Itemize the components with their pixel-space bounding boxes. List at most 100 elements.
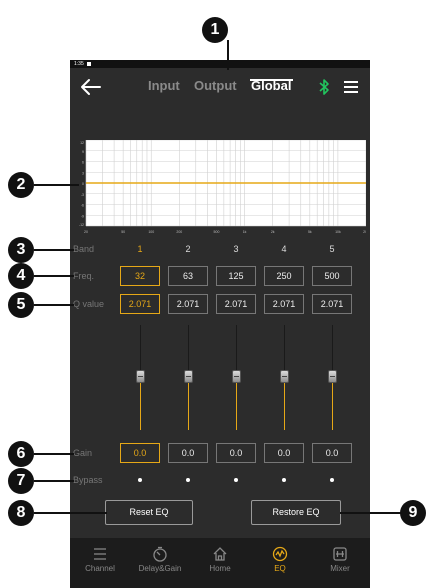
q-value-input[interactable]: 2.071 [216,294,256,314]
y-tick-label: -9 [81,214,84,218]
x-tick-label: 20 [84,230,88,234]
x-tick-label: 5k [308,230,312,234]
gain-slider-thumb[interactable] [184,370,193,383]
nav-label: Mixer [330,564,350,573]
bypass-row-label: Bypass [73,475,103,485]
gain-slider-thumb[interactable] [232,370,241,383]
band-row-label: Band [73,244,95,254]
freq-input[interactable]: 250 [264,266,304,286]
x-tick-label: 50 [121,230,125,234]
callout-badge: 3 [8,237,34,263]
bypass-toggle[interactable] [330,478,334,482]
q-value-input[interactable]: 2.071 [120,294,160,314]
x-tick-label: 500 [214,230,220,234]
callout-leader [227,40,229,70]
gain-slider-thumb[interactable] [328,370,337,383]
x-tick-label: 20k [363,230,366,234]
callout-leader [340,512,402,514]
gain-slider-thumb[interactable] [280,370,289,383]
y-tick-label: 3 [82,171,84,175]
gain-slider-track [284,325,285,375]
callout-badge: 6 [8,441,34,467]
gain-input[interactable]: 0.0 [120,443,160,463]
tab-output[interactable]: Output [194,78,237,93]
callout-badge: 8 [8,500,34,526]
q-value-input[interactable]: 2.071 [264,294,304,314]
gain-slider-fill [332,375,333,430]
callout-leader [34,512,107,514]
band-number[interactable]: 1 [120,244,160,254]
notification-icon [86,61,91,66]
restore-eq-button[interactable]: Restore EQ [251,500,341,525]
back-arrow-icon[interactable] [80,78,102,96]
band-number[interactable]: 4 [264,244,304,254]
app-screen: 1:35 Input Output Global 12 9 6 3 0 -3 -6 -9 -12… [70,60,370,588]
x-tick-label: 200 [176,230,182,234]
freq-input[interactable]: 63 [168,266,208,286]
list-icon [94,548,106,560]
timer-icon [153,546,167,562]
gain-input[interactable]: 0.0 [264,443,304,463]
y-tick-label: 0 [82,182,84,186]
eq-icon [272,546,288,562]
y-tick-label: 12 [80,141,84,145]
nav-label: EQ [274,564,286,573]
gain-input[interactable]: 0.0 [312,443,352,463]
x-tick-label: 10k [335,230,341,234]
gain-slider-track [140,325,141,375]
freq-input[interactable]: 125 [216,266,256,286]
freq-input[interactable]: 500 [312,266,352,286]
callout-badge: 4 [8,263,34,289]
freq-input[interactable]: 32 [120,266,160,286]
gain-slider-track [236,325,237,375]
y-tick-label: -3 [81,193,84,197]
gain-input[interactable]: 0.0 [216,443,256,463]
gain-slider-track [188,325,189,375]
band-number[interactable]: 2 [168,244,208,254]
status-time: 1:35 [74,61,84,67]
menu-icon[interactable] [344,81,358,93]
band-number[interactable]: 5 [312,244,352,254]
gain-slider-fill [236,375,237,430]
gain-input[interactable]: 0.0 [168,443,208,463]
bypass-toggle[interactable] [282,478,286,482]
bluetooth-icon[interactable] [318,78,330,96]
gain-slider-fill [284,375,285,430]
nav-item-delay-gain[interactable]: Delay&Gain [130,538,190,588]
nav-item-channel[interactable]: Channel [70,538,130,588]
y-tick-label: -6 [81,204,84,208]
q-value-input[interactable]: 2.071 [312,294,352,314]
nav-item-home[interactable]: Home [190,538,250,588]
y-tick-label: -12 [79,223,84,227]
q-row-label: Q value [73,299,105,309]
callout-badge: 7 [8,468,34,494]
callout-leader [34,453,74,455]
reset-eq-button[interactable]: Reset EQ [105,500,193,525]
bottom-nav: Channel Delay&Gain Home EQ Mixer [70,538,370,588]
x-tick-label: 100 [148,230,154,234]
gain-slider-fill [188,375,189,430]
gain-slider-thumb[interactable] [136,370,145,383]
callout-badge: 5 [8,292,34,318]
x-tick-label: 1k [243,230,247,234]
status-bar: 1:35 [70,60,370,68]
callout-badge: 9 [400,500,426,526]
callout-badge: 2 [8,172,34,198]
mixer-icon [333,547,347,561]
q-value-input[interactable]: 2.071 [168,294,208,314]
callout-leader [34,480,74,482]
nav-item-eq[interactable]: EQ [250,538,310,588]
y-tick-label: 9 [82,150,84,154]
x-tick-label: 2k [271,230,275,234]
bypass-toggle[interactable] [138,478,142,482]
bypass-toggle[interactable] [234,478,238,482]
nav-item-mixer[interactable]: Mixer [310,538,370,588]
gain-slider-track [332,325,333,375]
callout-leader [34,304,74,306]
eq-response-graph: 12 9 6 3 0 -3 -6 -9 -1220 50 100 200 500 1k 2k 5k 10k 20k [79,140,366,234]
tab-input[interactable]: Input [148,78,180,93]
bypass-toggle[interactable] [186,478,190,482]
band-number[interactable]: 3 [216,244,256,254]
nav-label: Delay&Gain [138,564,182,573]
home-icon [213,547,227,561]
